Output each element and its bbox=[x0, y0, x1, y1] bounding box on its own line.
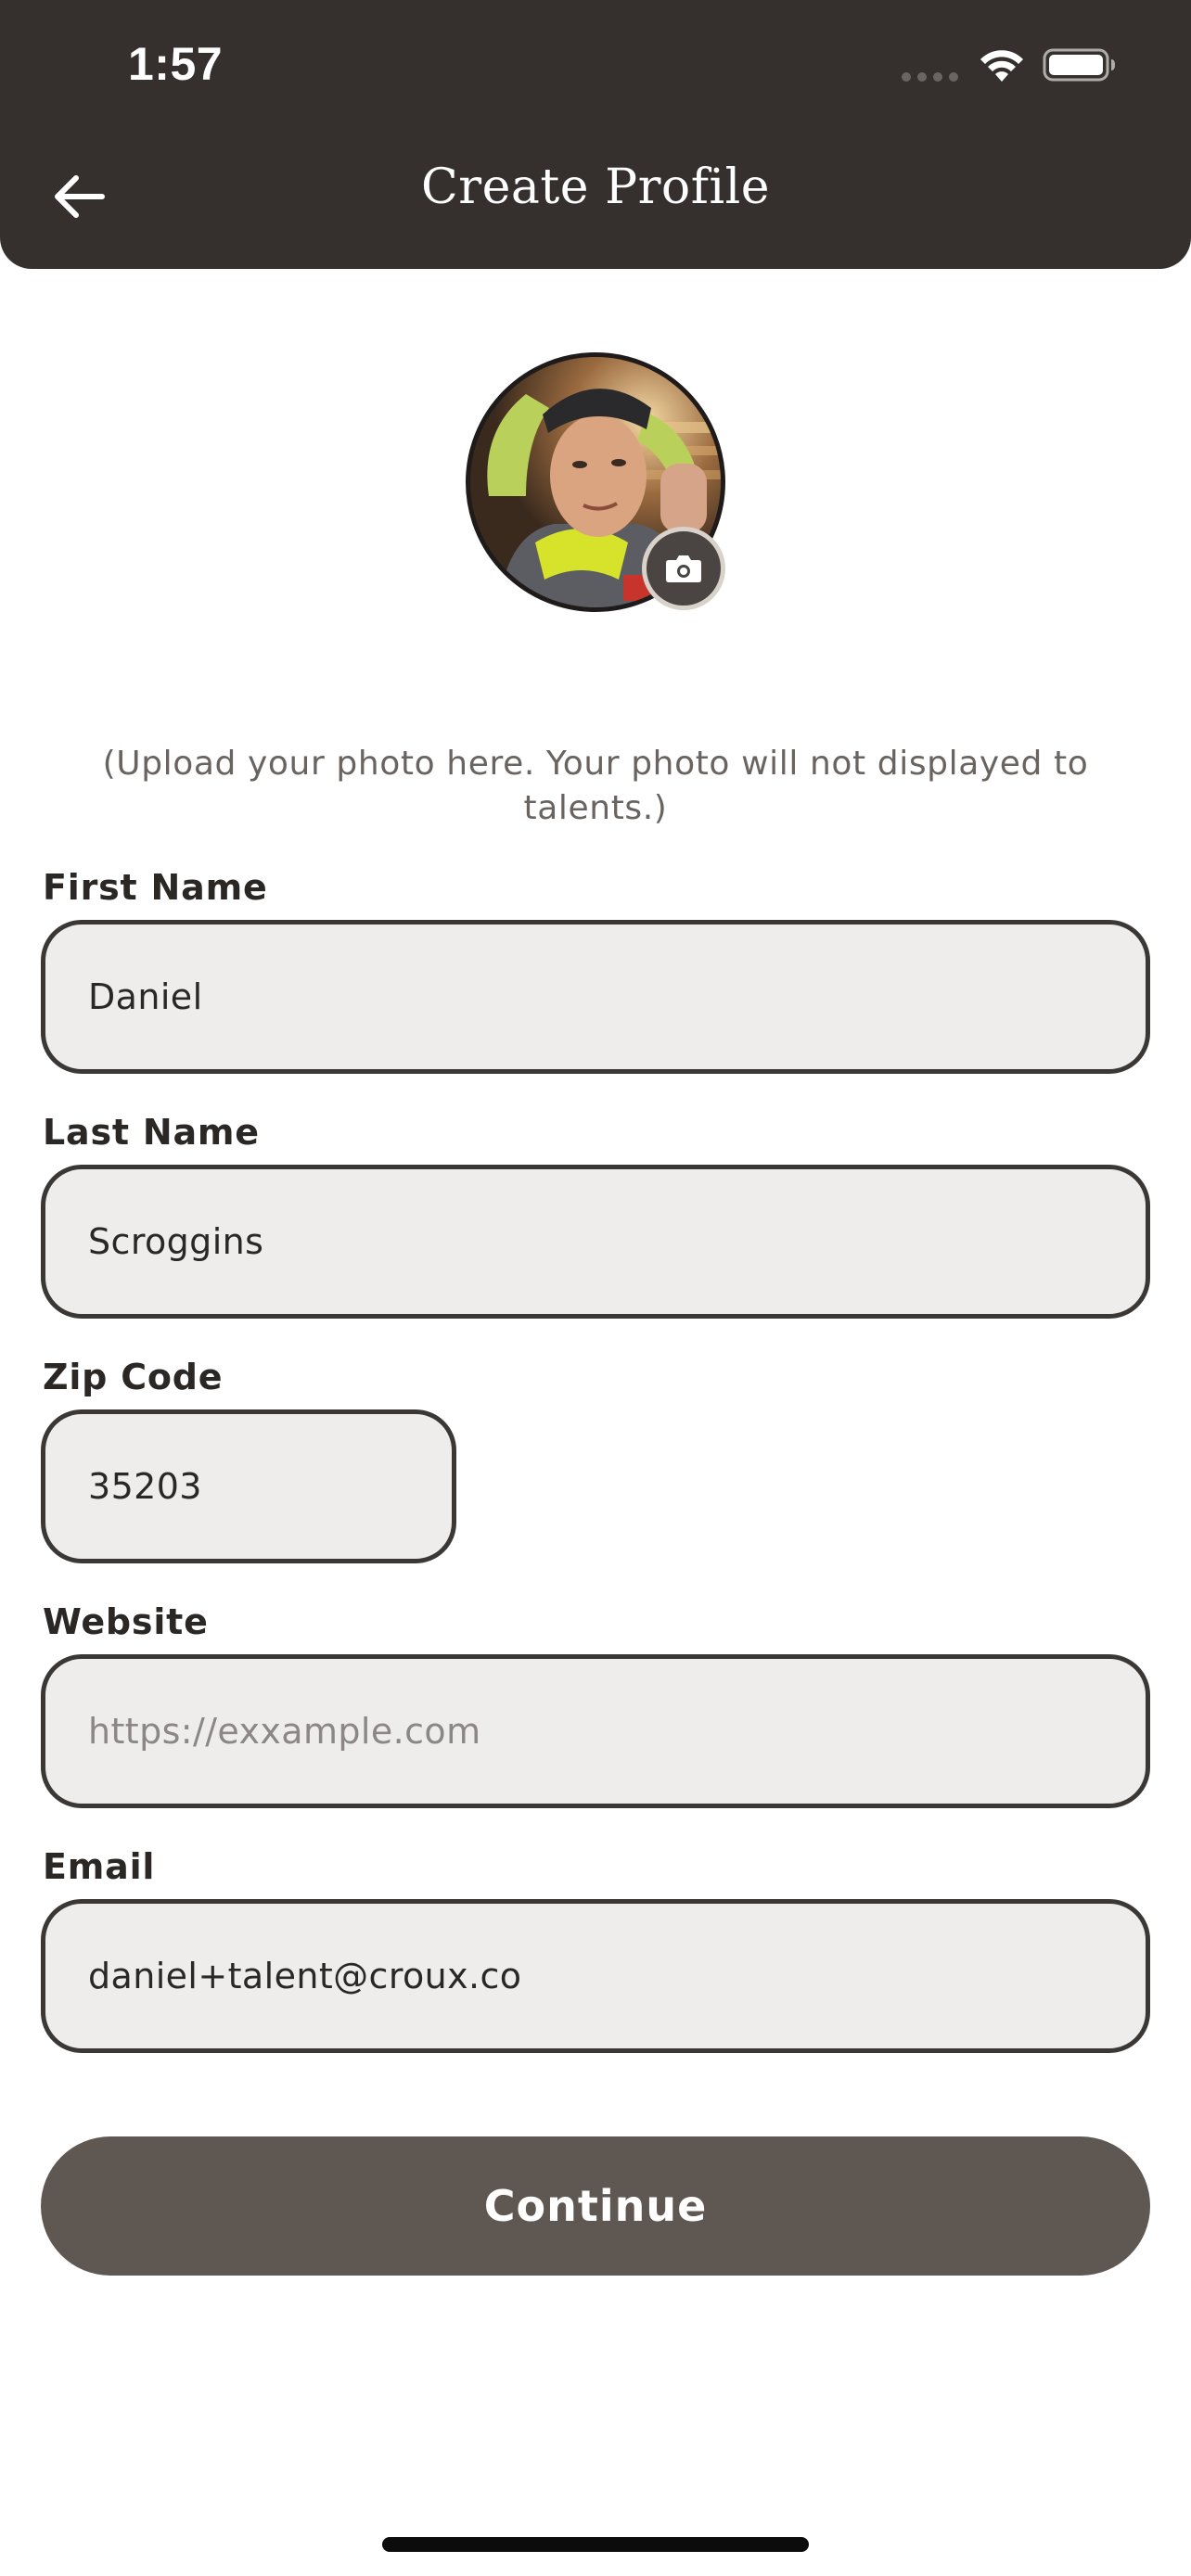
upload-hint-text: (Upload your photo here. Your photo will… bbox=[102, 745, 1089, 827]
website-label: Website bbox=[43, 1601, 209, 1642]
zip-code-field[interactable] bbox=[41, 1409, 456, 1563]
last-name-label: Last Name bbox=[43, 1112, 260, 1153]
first-name-field[interactable] bbox=[41, 920, 1150, 1074]
app-header: 1:57 Create Profile bbox=[0, 0, 1191, 269]
last-name-field[interactable] bbox=[41, 1165, 1150, 1319]
website-field[interactable] bbox=[41, 1654, 1150, 1808]
first-name-label: First Name bbox=[43, 867, 268, 908]
zip-code-label: Zip Code bbox=[43, 1357, 224, 1397]
email-label: Email bbox=[43, 1846, 156, 1887]
home-indicator bbox=[382, 2537, 809, 2552]
battery-icon bbox=[1043, 48, 1115, 82]
change-photo-button[interactable] bbox=[642, 527, 725, 610]
wifi-icon bbox=[980, 50, 1023, 82]
create-profile-screen: 1:57 Create Profile (Upload your photo h… bbox=[0, 0, 1191, 2576]
page-title: Create Profile bbox=[420, 159, 771, 215]
email-field[interactable] bbox=[41, 1899, 1150, 2053]
camera-icon bbox=[666, 555, 701, 582]
continue-button[interactable]: Continue bbox=[41, 2136, 1150, 2276]
cellular-signal-icon bbox=[902, 72, 959, 82]
status-time: 1:57 bbox=[128, 38, 224, 90]
